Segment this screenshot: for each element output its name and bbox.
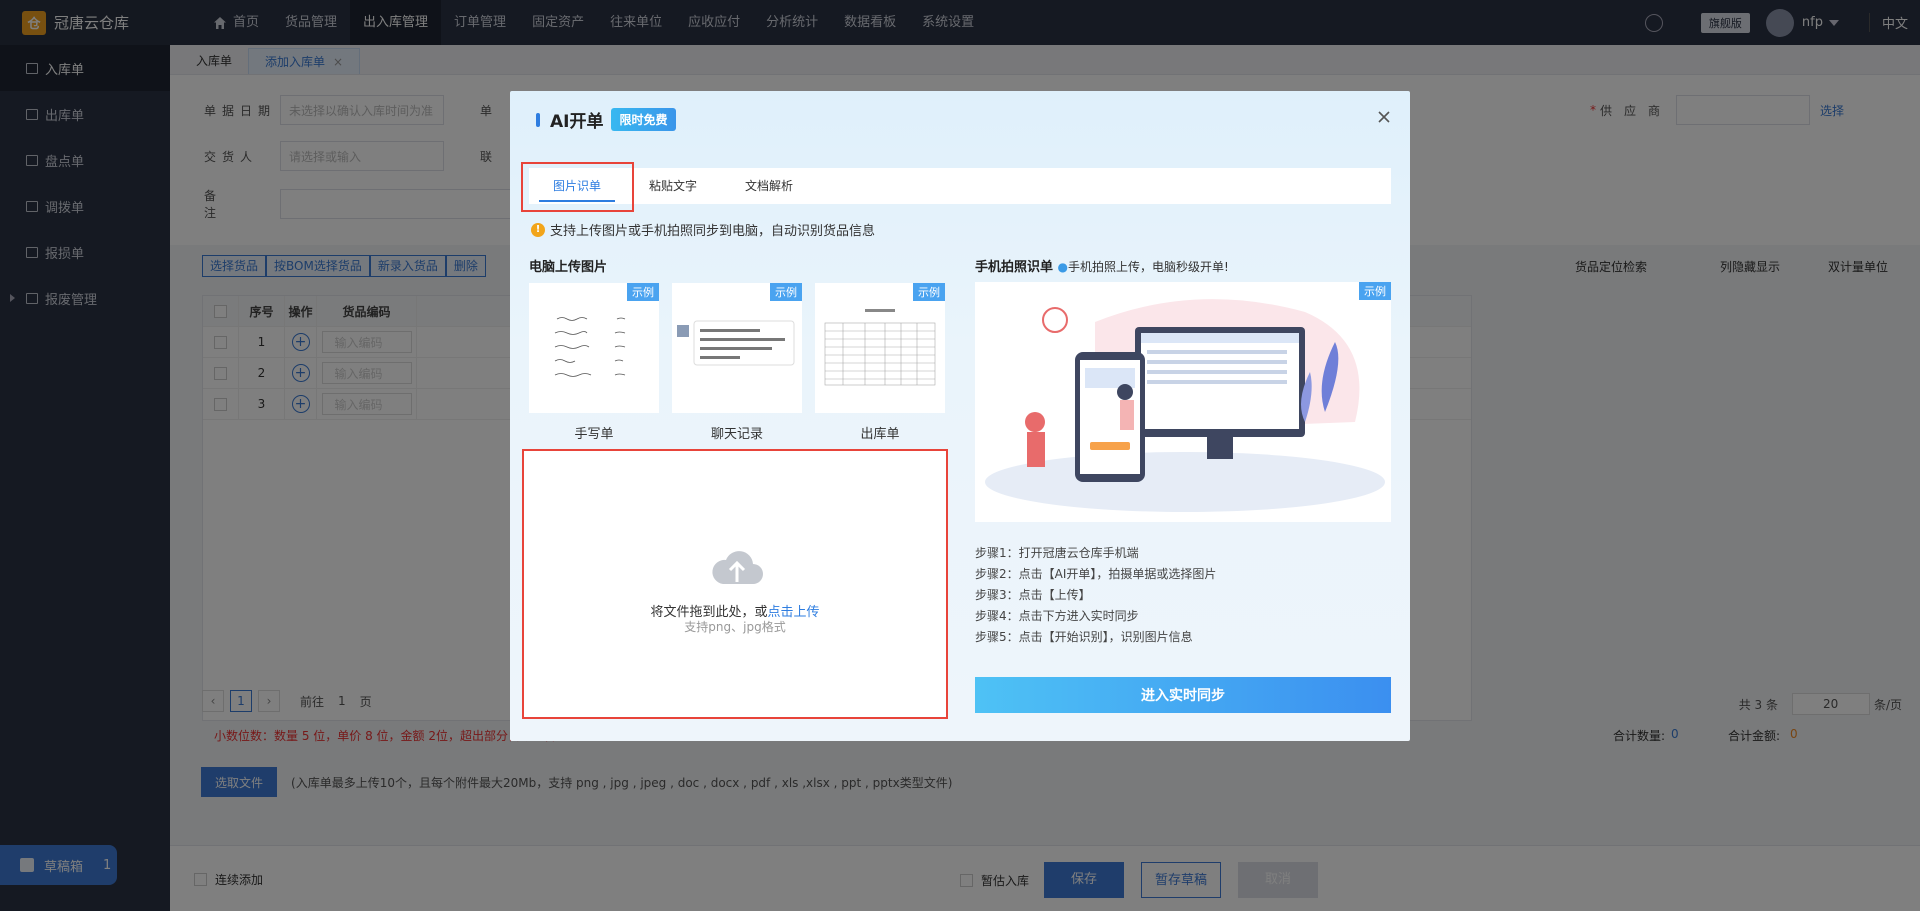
- sample-tag: 示例: [770, 283, 802, 301]
- sample-tag: 示例: [1359, 282, 1391, 300]
- realtime-sync-button[interactable]: 进入实时同步: [975, 677, 1391, 713]
- title-bar-accent: [536, 112, 540, 127]
- step-item: 步骤4：点击下方进入实时同步: [975, 609, 1139, 623]
- modal-info: ! 支持上传图片或手机拍照同步到电脑，自动识别货品信息: [531, 220, 875, 239]
- sample-tag: 示例: [627, 283, 659, 301]
- close-icon[interactable]: [1376, 109, 1392, 125]
- sample-tag: 示例: [913, 283, 945, 301]
- sample-chat[interactable]: 示例 聊天记录: [672, 283, 802, 442]
- ai-order-modal: AI开单 限时免费 图片识单 粘贴文字 文档解析 ! 支持上传图片或手机拍照同步…: [510, 91, 1410, 741]
- step-item: 步骤2：点击【AI开单】，拍摄单据或选择图片: [975, 567, 1217, 581]
- sample-handwritten[interactable]: 示例 手写单: [529, 283, 659, 442]
- phone-title: 手机拍照识单 ●手机拍照上传，电脑秒级开单!: [975, 256, 1229, 275]
- step-item: 步骤1：打开冠唐云仓库手机端: [975, 546, 1139, 560]
- pin-icon: ●: [1057, 260, 1069, 274]
- handwritten-sample-image: 示例: [529, 283, 659, 413]
- sample-label: 手写单: [574, 427, 614, 442]
- modal-tabs: 图片识单 粘贴文字 文档解析: [529, 168, 1391, 204]
- modal-title: AI开单: [550, 112, 604, 132]
- upload-dropzone[interactable]: 将文件拖到此处，或点击上传 支持png、jpg格式: [522, 449, 948, 719]
- free-badge: 限时免费: [611, 108, 676, 131]
- info-icon: !: [531, 222, 545, 237]
- phone-title-text: 手机拍照识单: [975, 260, 1054, 275]
- sample-label: 出库单: [860, 427, 900, 442]
- chat-sample-image: 示例: [672, 283, 802, 413]
- info-text: 支持上传图片或手机拍照同步到电脑，自动识别货品信息: [550, 224, 876, 239]
- drop-format-hint: 支持png、jpg格式: [684, 620, 786, 634]
- sample-list: 示例 手写单 示例 聊天记录 示例 出库单: [529, 283, 958, 442]
- phone-subtitle-text: 手机拍照上传，电脑秒级开单!: [1068, 260, 1229, 274]
- tab-doc-parse[interactable]: 文档解析: [721, 168, 817, 204]
- modal-header: AI开单 限时免费: [536, 107, 676, 132]
- sample-outbound[interactable]: 示例 出库单: [815, 283, 945, 442]
- tab-paste-text[interactable]: 粘贴文字: [625, 168, 721, 204]
- phone-subtitle: ●手机拍照上传，电脑秒级开单!: [1058, 260, 1229, 274]
- tab-highlight-box: [521, 162, 634, 212]
- phone-steps: 步骤1：打开冠唐云仓库手机端 步骤2：点击【AI开单】，拍摄单据或选择图片 步骤…: [975, 543, 1216, 648]
- pc-upload-title: 电脑上传图片: [529, 260, 608, 275]
- step-item: 步骤3：点击【上传】: [975, 588, 1091, 602]
- sample-label: 聊天记录: [710, 427, 763, 442]
- outbound-sample-image: 示例: [815, 283, 945, 413]
- cloud-upload-icon: [712, 551, 763, 584]
- step-item: 步骤5：点击【开始识别】，识别图片信息: [975, 630, 1193, 644]
- phone-illustration: 示例: [975, 282, 1391, 522]
